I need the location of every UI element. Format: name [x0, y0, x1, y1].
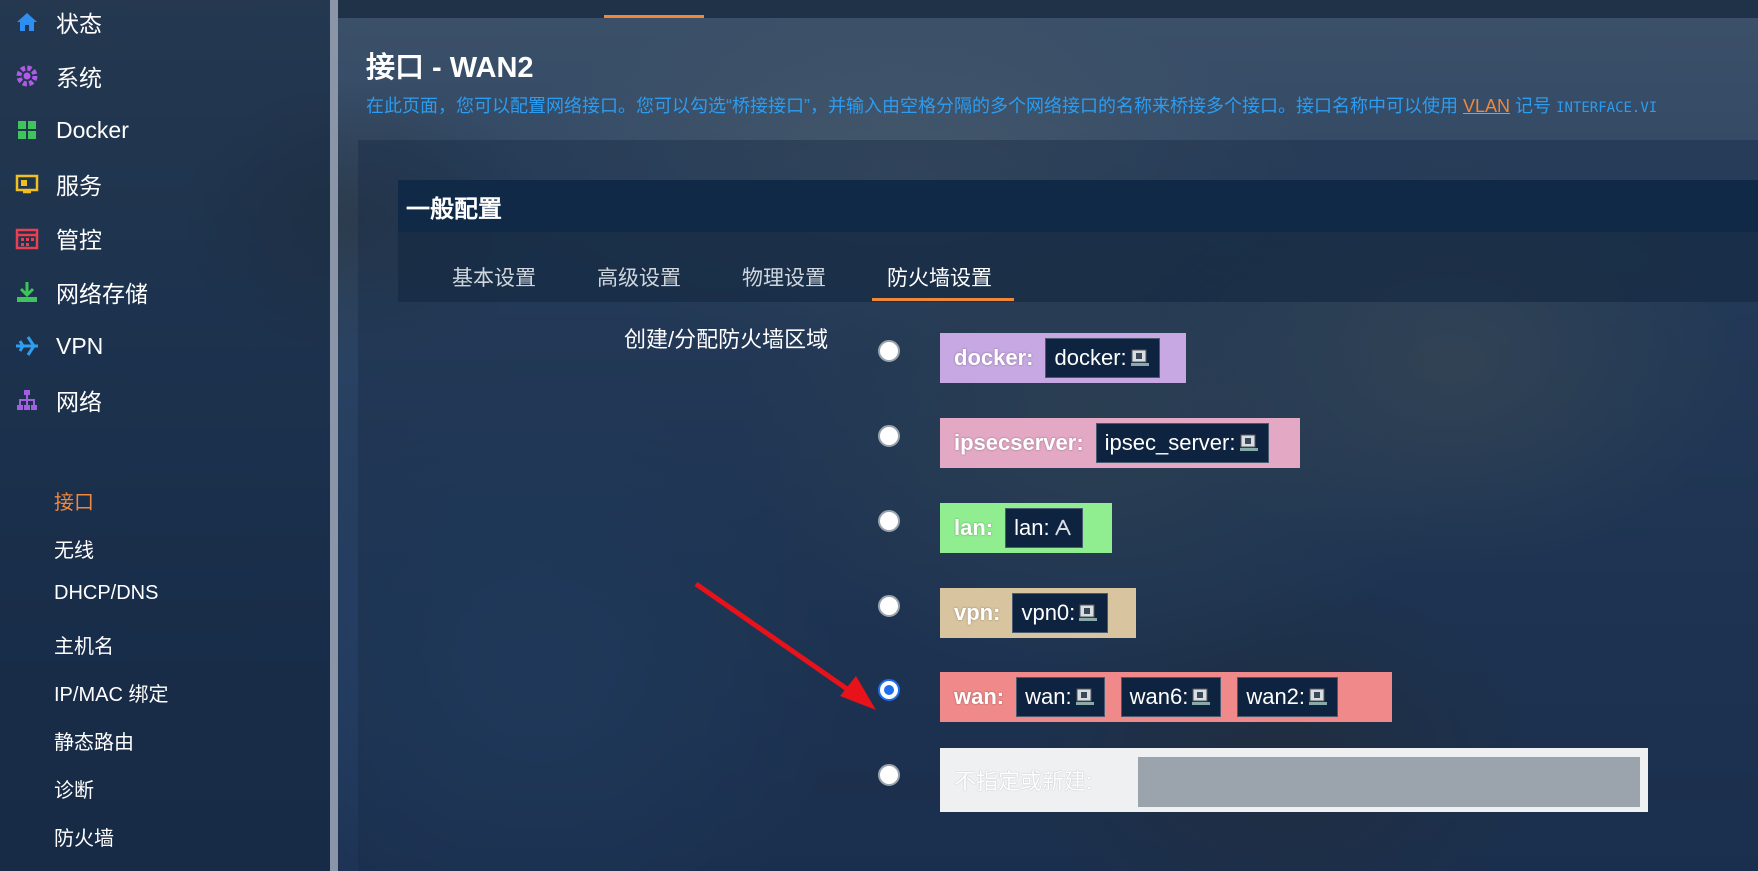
ethernet-port-icon [1077, 602, 1099, 624]
sidebar-subitem-static-routes[interactable]: 静态路由 [54, 726, 134, 755]
red-arrow-annotation [694, 581, 876, 710]
network-name: wan2: [1246, 684, 1306, 709]
zone-radio-docker[interactable] [878, 340, 900, 362]
sidebar-item-label: Docker [56, 116, 129, 143]
network-name: ipsec_server: [1104, 430, 1236, 455]
zone-name: wan: [954, 684, 1005, 709]
new-zone-input[interactable] [1138, 757, 1640, 807]
new-zone-label: 不指定或新建: [954, 769, 1093, 794]
active-tab-underline [872, 298, 1014, 301]
sidebar-item-label: VPN [56, 332, 104, 359]
tab-firewall-settings[interactable]: 防火墙设置 [887, 262, 992, 292]
section-title: 一般配置 [398, 180, 1758, 232]
network-badge: lan: [1005, 508, 1083, 548]
home-icon [14, 9, 40, 35]
sidebar-subitem-interfaces[interactable]: 接口 [54, 486, 94, 515]
sidebar-item-storage[interactable]: 网络存储 [0, 272, 330, 312]
tab-advanced-settings[interactable]: 高级设置 [597, 262, 681, 292]
network-name: docker: [1054, 345, 1127, 370]
zone-radio-lan[interactable] [878, 510, 900, 532]
sidebar-item-control[interactable]: 管控 [0, 218, 330, 258]
sidebar-item-status[interactable]: 状态 [0, 2, 330, 42]
sidebar-item-label: 管控 [56, 227, 102, 253]
network-icon [14, 387, 40, 413]
zone-name: docker: [954, 345, 1034, 370]
sidebar-item-label: 服务 [56, 173, 102, 199]
sidebar-item-network[interactable]: 网络 [0, 380, 330, 420]
sidebar-subitem-ip-mac-binding[interactable]: IP/MAC 绑定 [54, 678, 168, 707]
zone-name: vpn: [954, 600, 1001, 625]
zone-name: lan: [954, 515, 994, 540]
ethernet-port-icon [1074, 686, 1096, 708]
zone-ipsecserver: ipsecserver: ipsec_server: [940, 418, 1300, 468]
network-name: lan: [1014, 515, 1050, 540]
sidebar-item-label: 状态 [56, 11, 102, 37]
tab-physical-settings[interactable]: 物理设置 [742, 262, 826, 292]
zone-vpn: vpn: vpn0: [940, 588, 1136, 638]
ethernet-port-icon [1238, 432, 1260, 454]
network-badge: docker: [1045, 338, 1160, 378]
ethernet-port-icon [1129, 347, 1151, 369]
calendar-icon [14, 225, 40, 251]
network-badge: vpn0: [1012, 593, 1109, 633]
sidebar-item-label: 系统 [56, 65, 102, 91]
ethernet-port-icon [1190, 686, 1212, 708]
docker-icon [14, 117, 40, 143]
zone-lan: lan: lan: [940, 503, 1112, 553]
network-badge: ipsec_server: [1095, 423, 1269, 463]
page-description: 在此页面，您可以配置网络接口。您可以勾选“桥接接口”，并输入由空格分隔的多个网络… [366, 92, 1657, 118]
network-badge: wan: [1016, 677, 1105, 717]
sidebar-item-services[interactable]: 服务 [0, 164, 330, 204]
firewall-zone-label: 创建/分配防火墙区域 [624, 327, 829, 352]
sidebar-item-label: 网络 [56, 389, 102, 415]
sidebar: 状态 系统 Docker 服务 管控 网络存储 VPN 网络 接口 无线 DHC… [0, 0, 330, 871]
plane-icon [14, 333, 40, 359]
network-name: vpn0: [1021, 600, 1076, 625]
bridge-icon [1052, 517, 1074, 539]
tab-basic-settings[interactable]: 基本设置 [452, 262, 536, 292]
download-icon [14, 279, 40, 305]
sidebar-divider [330, 0, 338, 871]
zone-radio-new[interactable] [878, 764, 900, 786]
zone-name: ipsecserver: [954, 430, 1084, 455]
sidebar-item-system[interactable]: 系统 [0, 56, 330, 96]
description-suffix: 记号 [1515, 96, 1552, 116]
top-active-indicator [604, 15, 704, 18]
zone-radio-ipsecserver[interactable] [878, 425, 900, 447]
zone-docker: docker: docker: [940, 333, 1186, 383]
sidebar-subitem-wireless[interactable]: 无线 [54, 534, 94, 563]
sidebar-item-label: 网络存储 [56, 281, 148, 307]
network-badge: wan6: [1120, 677, 1222, 717]
sidebar-subitem-firewall[interactable]: 防火墙 [54, 822, 114, 851]
top-bar [338, 0, 1758, 18]
network-badge: wan2: [1237, 677, 1339, 717]
zone-wan: wan: wan: wan6: wan2: [940, 672, 1392, 722]
sidebar-subitem-diagnostics[interactable]: 诊断 [54, 774, 94, 803]
sidebar-subitem-dhcp-dns[interactable]: DHCP/DNS [54, 582, 158, 605]
network-name: wan: [1025, 684, 1072, 709]
page-title: 接口 - WAN2 [366, 52, 534, 84]
vlan-link[interactable]: VLAN [1463, 96, 1510, 116]
ethernet-port-icon [1307, 686, 1329, 708]
gear-icon [14, 63, 40, 89]
network-name: wan6: [1129, 684, 1189, 709]
sidebar-item-docker[interactable]: Docker [0, 110, 330, 150]
sidebar-item-vpn[interactable]: VPN [0, 326, 330, 366]
description-text: 在此页面，您可以配置网络接口。您可以勾选“桥接接口”，并输入由空格分隔的多个网络… [366, 96, 1458, 116]
services-icon [14, 171, 40, 197]
new-zone-row: 不指定或新建: [940, 748, 1648, 812]
description-code: INTERFACE.VI [1556, 100, 1658, 116]
sidebar-subitem-hostnames[interactable]: 主机名 [54, 630, 114, 659]
